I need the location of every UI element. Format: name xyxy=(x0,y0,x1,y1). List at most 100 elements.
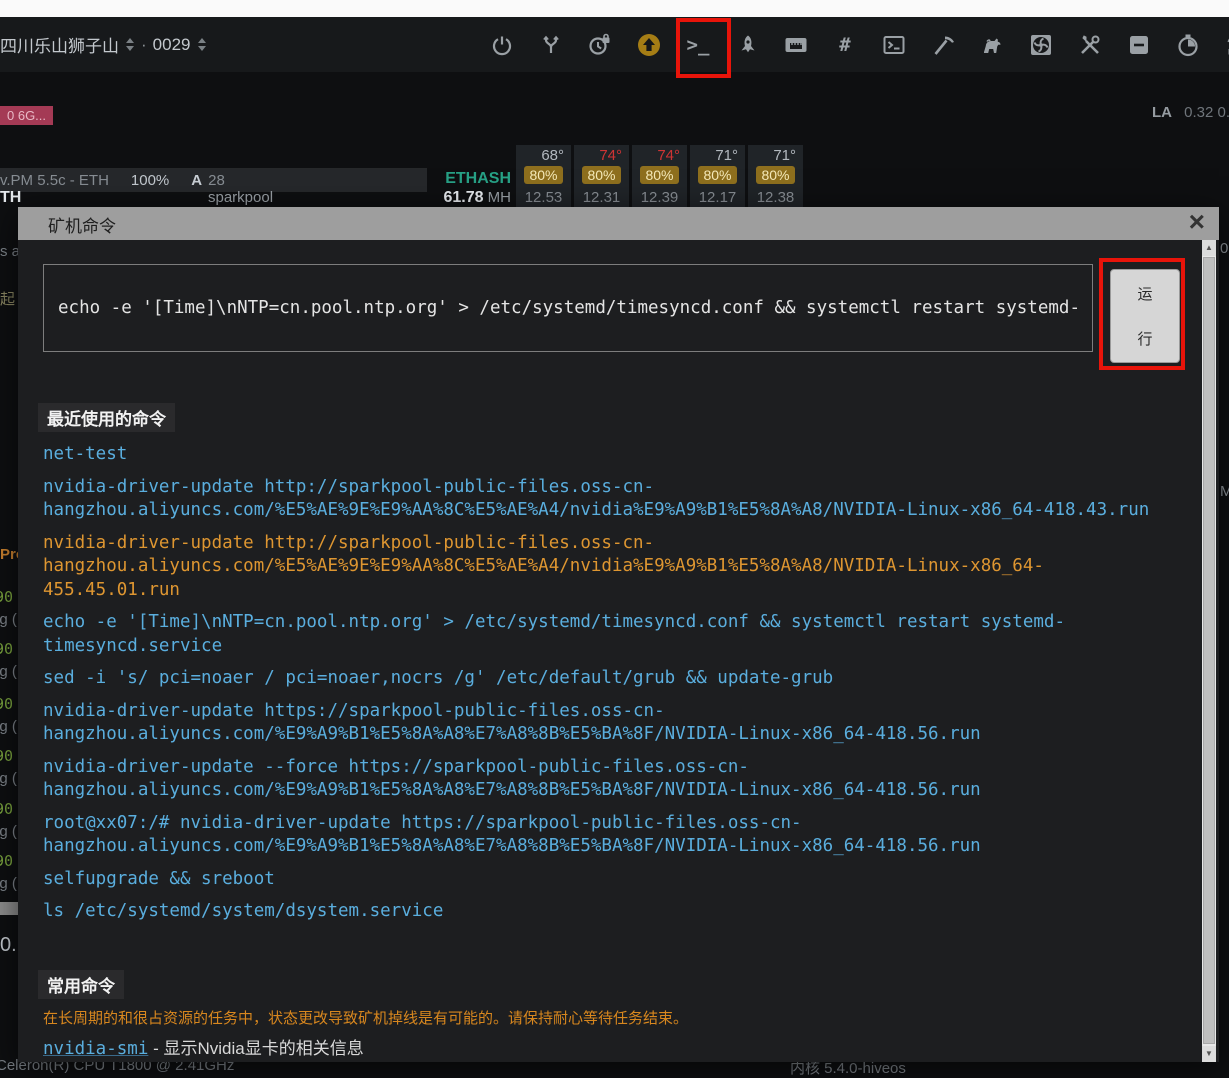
gpu-fan-badge: 80% xyxy=(640,166,678,184)
gpu-stats-grid: 68° 80% 12.53 74° 80% 12.31 74° 80% 12.3… xyxy=(516,145,803,210)
gpu-cell: 71° 80% 12.38 xyxy=(748,145,803,210)
worker-topbar: 四川乐山狮子山 · 0029 xyxy=(0,17,1229,72)
recent-command-item[interactable]: nvidia-driver-update http://sparkpool-pu… xyxy=(43,476,1165,523)
terminal-box-icon[interactable] xyxy=(882,33,906,57)
code-branch-icon[interactable] xyxy=(539,33,563,57)
farm-name[interactable]: 四川乐山狮子山 xyxy=(0,32,119,57)
clipped-text-fragment: 090 xyxy=(0,800,13,818)
clipped-text-fragment: ng ( xyxy=(0,663,17,680)
worker-breadcrumb: 四川乐山狮子山 · 0029 xyxy=(0,32,207,57)
gpu-hashrate: 12.53 xyxy=(516,189,571,206)
recent-commands-list: net-test nvidia-driver-update http://spa… xyxy=(43,443,1165,933)
annotation-box-run: 运 行 xyxy=(1099,258,1185,370)
worker-select-icon[interactable] xyxy=(197,37,207,52)
scroll-up-icon[interactable]: ▲ xyxy=(1202,240,1216,256)
browser-edge-strip xyxy=(0,0,1229,17)
gpu-fan-badge: 80% xyxy=(756,166,794,184)
gpu-cell: 74° 80% 12.31 xyxy=(574,145,629,210)
recent-commands-label: 最近使用的命令 xyxy=(38,403,175,432)
upgrade-icon[interactable] xyxy=(637,33,661,57)
power-icon[interactable] xyxy=(490,33,514,57)
recent-command-item[interactable]: nvidia-driver-update https://sparkpool-p… xyxy=(43,700,1165,747)
algo-label: ETHASH xyxy=(433,170,511,188)
gpu-temp: 74° xyxy=(574,147,629,164)
la-label: LA xyxy=(1152,104,1172,121)
recent-command-item[interactable]: nvidia-driver-update --force https://spa… xyxy=(43,756,1165,803)
recent-command-item[interactable]: root@xx07:/# nvidia-driver-update https:… xyxy=(43,812,1165,859)
accepted-value: 28 xyxy=(208,172,225,189)
clipped-text-fragment: 起 xyxy=(0,288,15,309)
run-button[interactable]: 运 行 xyxy=(1110,269,1180,363)
dialog-title: 矿机命令 xyxy=(48,212,116,237)
gpu-hashrate: 12.17 xyxy=(690,189,745,206)
common-command-desc: - 显示Nvidia显卡的相关信息 xyxy=(148,1039,363,1058)
tools-icon[interactable] xyxy=(1078,33,1102,57)
recent-command-item[interactable]: sed -i 's/ pci=noaer / pci=noaer,nocrs /… xyxy=(43,667,1165,691)
recent-command-item[interactable]: nvidia-driver-update http://sparkpool-pu… xyxy=(43,532,1165,603)
miner-command-dialog: 矿机命令 × 运 行 最近使用的命令 net-test nvidia-drive… xyxy=(18,207,1219,1062)
gpu-fan-badge: 80% xyxy=(582,166,620,184)
worker-action-toolbar: >_ # xyxy=(490,17,1229,72)
clipped-text-fragment: 0 xyxy=(1220,240,1228,257)
gpu-fan-badge: 80% xyxy=(698,166,736,184)
common-commands-label: 常用命令 xyxy=(38,970,124,999)
coin-label: TH xyxy=(0,189,21,207)
recent-command-item[interactable]: echo -e '[Time]\nNTP=cn.pool.ntp.org' > … xyxy=(43,611,1165,658)
clipped-text-fragment: ng ( xyxy=(0,823,17,840)
wallet-label: v.PM 5.5c - ETH xyxy=(0,172,109,189)
worker-name[interactable]: 0029 xyxy=(153,35,191,55)
gpu-hashrate: 12.38 xyxy=(748,189,803,206)
recent-command-item[interactable]: ls /etc/systemd/system/dsystem.service xyxy=(43,900,1165,924)
la-values: 0.32 0. xyxy=(1184,104,1229,121)
pool-name: sparkpool xyxy=(208,189,273,206)
common-command-item[interactable]: nvidia-smi - 显示Nvidia显卡的相关信息 xyxy=(43,1034,364,1059)
gpu-temp: 71° xyxy=(748,147,803,164)
gpu-temp: 71° xyxy=(690,147,745,164)
clipped-text-fragment: M xyxy=(1220,483,1229,500)
sync-icon[interactable] xyxy=(1225,33,1229,57)
gpu-temp: 68° xyxy=(516,147,571,164)
dialog-header[interactable]: 矿机命令 × xyxy=(18,207,1219,240)
long-task-warning: 在长周期的和很占资源的任务中，状态更改导致矿机掉线是有可能的。请保持耐心等待任务… xyxy=(43,1007,688,1028)
breadcrumb-separator: · xyxy=(141,35,147,55)
network-icon[interactable] xyxy=(784,33,808,57)
watchdog-icon[interactable] xyxy=(980,33,1004,57)
schedule-lock-icon[interactable] xyxy=(588,33,612,57)
load-average: LA 0.32 0. xyxy=(1152,104,1229,121)
pickaxe-icon[interactable] xyxy=(931,33,955,57)
accepted-label: A xyxy=(191,172,202,189)
clipped-text-fragment: ng ( xyxy=(0,611,17,628)
recent-command-item[interactable]: selfupgrade && sreboot xyxy=(43,868,1165,892)
total-hashrate: 61.78 MH xyxy=(443,189,511,207)
gpu-count-badge: 0 6G... xyxy=(0,106,53,125)
fan-icon[interactable] xyxy=(1029,33,1053,57)
gpu-cell: 68° 80% 12.53 xyxy=(516,145,571,210)
gpu-cell: 71° 80% 12.17 xyxy=(690,145,745,210)
hashrate-icon[interactable]: # xyxy=(833,33,857,57)
rocket-icon[interactable] xyxy=(735,33,759,57)
gpu-cell: 74° 80% 12.39 xyxy=(632,145,687,210)
shutdown-box-icon[interactable] xyxy=(1127,33,1151,57)
dialog-scrollbar[interactable]: ▲ ▼ xyxy=(1202,240,1216,1062)
clipped-text-fragment: ng ( xyxy=(0,770,17,787)
command-input[interactable] xyxy=(43,264,1093,352)
farm-select-icon[interactable] xyxy=(125,37,135,52)
clipped-text-fragment: 0. xyxy=(0,934,17,957)
share-percent: 100% xyxy=(131,172,169,189)
common-command-name[interactable]: nvidia-smi xyxy=(43,1039,148,1059)
gpu-hashrate: 12.39 xyxy=(632,189,687,206)
clipped-text-fragment: 090 xyxy=(0,640,13,658)
scrollbar-thumb[interactable] xyxy=(1203,257,1215,1044)
clipped-text-fragment: 090 xyxy=(0,852,13,870)
clipped-text-fragment: 090 xyxy=(0,695,13,713)
clipped-divider-fragment xyxy=(0,902,18,915)
timer-icon[interactable] xyxy=(1176,33,1200,57)
clipped-text-fragment: ng ( xyxy=(0,875,17,892)
gpu-hashrate: 12.31 xyxy=(574,189,629,206)
scroll-down-icon[interactable]: ▼ xyxy=(1202,1046,1216,1062)
close-icon[interactable]: × xyxy=(1189,205,1205,238)
clipped-text-fragment: 090 xyxy=(0,747,13,765)
annotation-box-terminal xyxy=(676,18,731,78)
gpu-temp: 74° xyxy=(632,147,687,164)
recent-command-item[interactable]: net-test xyxy=(43,443,1165,467)
